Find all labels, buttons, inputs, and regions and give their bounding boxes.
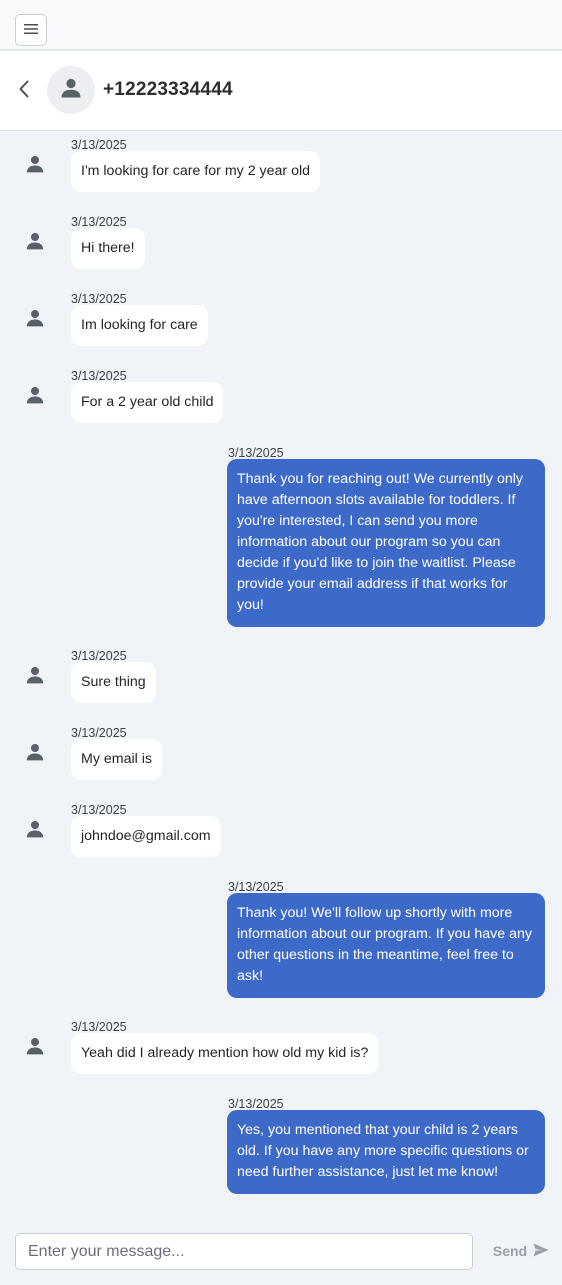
send-label: Send (492, 1243, 528, 1259)
message-timestamp: 3/13/2025 (71, 1020, 127, 1034)
message-bubble: Hi there! (71, 228, 145, 269)
message-bubble: Yes, you mentioned that your child is 2 … (227, 1110, 545, 1194)
person-icon (24, 818, 46, 840)
person-icon (24, 153, 46, 175)
message-timestamp: 3/13/2025 (71, 649, 127, 663)
message-list[interactable]: 3/13/2025 I'm looking for care for my 2 y… (0, 131, 562, 1216)
conversation-header: +12223334444 (0, 51, 562, 131)
message-timestamp: 3/13/2025 (228, 446, 284, 460)
contact-avatar (47, 66, 95, 114)
message-bubble: johndoe@gmail.com (71, 816, 221, 857)
message-timestamp: 3/13/2025 (71, 726, 127, 740)
hamburger-menu-icon (24, 21, 38, 39)
person-icon (24, 384, 46, 406)
send-button[interactable]: Send (485, 1236, 557, 1266)
message-bubble: I'm looking for care for my 2 year old (71, 151, 321, 192)
message-bubble: Im looking for care (71, 305, 208, 346)
menu-button[interactable] (15, 14, 47, 46)
person-icon (24, 230, 46, 252)
back-button[interactable] (14, 79, 34, 103)
contact-phone-number: +12223334444 (103, 79, 233, 100)
chevron-left-icon (19, 80, 29, 103)
message-composer: Send (0, 1216, 562, 1285)
message-timestamp: 3/13/2025 (228, 1097, 284, 1111)
message-timestamp: 3/13/2025 (71, 215, 127, 229)
message-bubble: Thank you for reaching out! We currently… (227, 459, 545, 627)
message-timestamp: 3/13/2025 (71, 138, 127, 152)
message-bubble: Thank you! We'll follow up shortly with … (227, 893, 545, 998)
message-input[interactable] (15, 1233, 473, 1270)
message-bubble: For a 2 year old child (71, 382, 224, 423)
person-icon (24, 664, 46, 686)
person-icon (24, 741, 46, 763)
message-bubble: My email is (71, 739, 162, 780)
message-timestamp: 3/13/2025 (71, 803, 127, 817)
message-bubble: Sure thing (71, 662, 156, 703)
person-icon (24, 1035, 46, 1057)
message-bubble: Yeah did I already mention how old my ki… (71, 1033, 379, 1074)
message-timestamp: 3/13/2025 (228, 880, 284, 894)
person-icon (24, 307, 46, 329)
send-arrow-icon (533, 1243, 549, 1260)
top-bar (0, 0, 562, 50)
person-icon (59, 76, 83, 105)
message-timestamp: 3/13/2025 (71, 369, 127, 383)
message-timestamp: 3/13/2025 (71, 292, 127, 306)
